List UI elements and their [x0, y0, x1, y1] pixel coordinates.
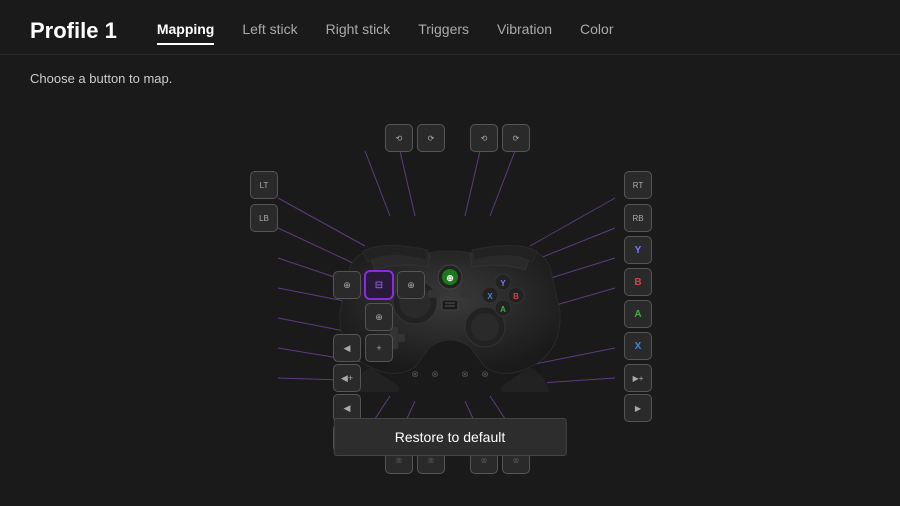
dpad-left-node[interactable]: ◀: [333, 334, 361, 362]
left-stick-click[interactable]: ⊕: [333, 271, 361, 299]
svg-text:B: B: [513, 292, 519, 301]
svg-text:Y: Y: [500, 279, 506, 288]
tab-mapping[interactable]: Mapping: [157, 21, 215, 41]
dpad-node[interactable]: +: [365, 334, 393, 362]
rb-top2[interactable]: ⟳: [502, 124, 530, 152]
header: Profile 1 Mapping Left stick Right stick…: [0, 0, 900, 55]
tab-color[interactable]: Color: [580, 21, 613, 41]
lt-top[interactable]: ⟲: [385, 124, 413, 152]
svg-text:⊗: ⊗: [461, 369, 469, 379]
tab-right-stick[interactable]: Right stick: [326, 21, 391, 41]
controller-container: Y B A X ⊕ ⊗: [170, 116, 730, 476]
lb-button[interactable]: LB: [250, 204, 278, 232]
tab-left-stick[interactable]: Left stick: [242, 21, 297, 41]
svg-text:⊗: ⊗: [411, 369, 419, 379]
svg-text:A: A: [500, 305, 506, 314]
nav-tabs: Mapping Left stick Right stick Triggers …: [157, 21, 614, 41]
restore-default-button[interactable]: Restore to default: [334, 418, 567, 456]
rb-top[interactable]: ⟳: [417, 124, 445, 152]
svg-text:X: X: [487, 292, 493, 301]
svg-text:⊕: ⊕: [446, 273, 454, 283]
lt-button[interactable]: LT: [250, 171, 278, 199]
page-subtitle: Choose a button to map.: [0, 55, 900, 86]
paddle-p1[interactable]: ◀+: [333, 364, 361, 392]
a-button-node[interactable]: A: [624, 300, 652, 328]
view-right[interactable]: ⊕: [397, 271, 425, 299]
paddle-pr2[interactable]: ▶: [624, 394, 652, 422]
tab-vibration[interactable]: Vibration: [497, 21, 552, 41]
rt-top[interactable]: ⟲: [470, 124, 498, 152]
view-button-active[interactable]: ⊟: [365, 271, 393, 299]
y-button-node[interactable]: Y: [624, 236, 652, 264]
b-button-node[interactable]: B: [624, 268, 652, 296]
main-area: Y B A X ⊕ ⊗: [0, 86, 900, 496]
svg-text:⊗: ⊗: [481, 369, 489, 379]
tab-triggers[interactable]: Triggers: [418, 21, 469, 41]
x-button-node[interactable]: X: [624, 332, 652, 360]
rb-button[interactable]: RB: [624, 204, 652, 232]
paddle-pr1[interactable]: ▶+: [624, 364, 652, 392]
svg-text:⊗: ⊗: [431, 369, 439, 379]
rt-button[interactable]: RT: [624, 171, 652, 199]
profile-title: Profile 1: [30, 18, 117, 44]
dpad-down-node[interactable]: ⊕: [365, 303, 393, 331]
